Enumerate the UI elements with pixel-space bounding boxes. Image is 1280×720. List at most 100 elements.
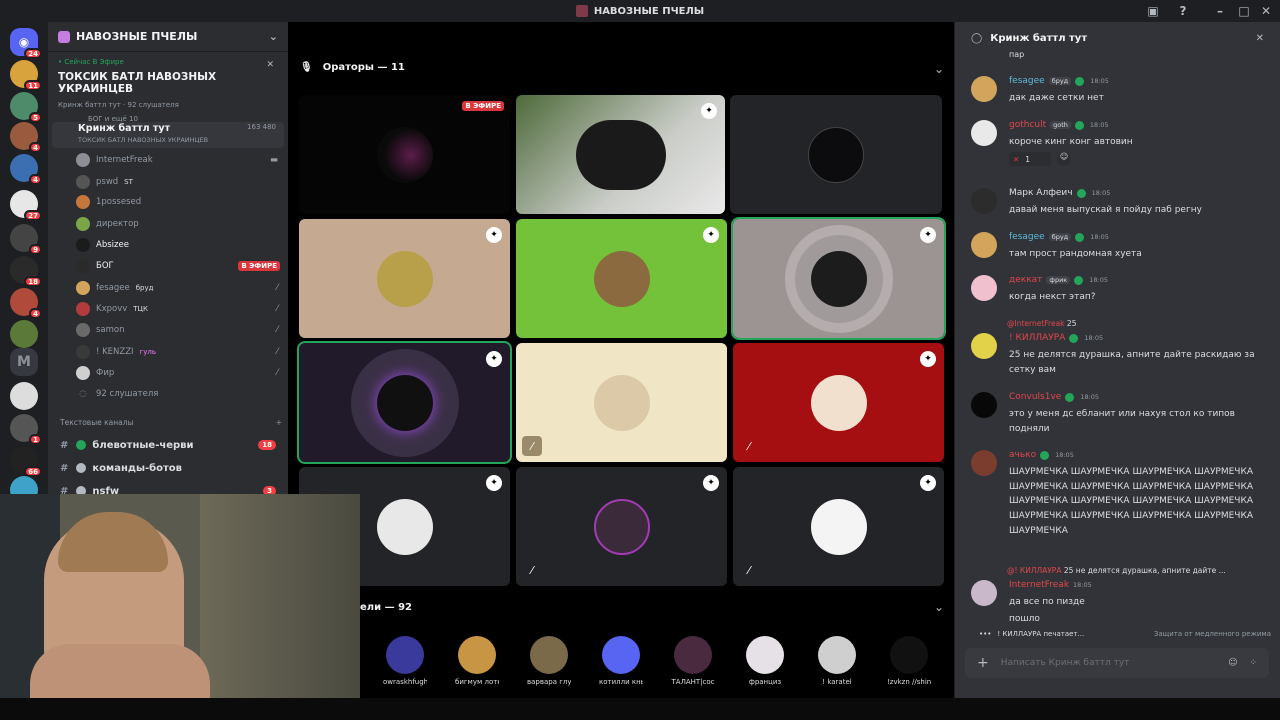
text-channel[interactable]: # команды-ботов	[60, 457, 286, 479]
speaker-tile[interactable]: ✦ ⁄	[733, 467, 944, 586]
stage-channel-topic: ТОКСИК БАТЛ НАВОЗНЫХ УКРАИНЦЕВ	[78, 136, 209, 144]
server-icon-10[interactable]	[10, 382, 38, 410]
close-icon[interactable]: ✕	[266, 60, 274, 70]
speaker-avatar	[376, 250, 433, 307]
speaker-avatar	[593, 374, 650, 431]
voice-user[interactable]: 1possesed	[76, 192, 286, 212]
listener[interactable]: ТАЛАНТ|сос	[671, 636, 715, 686]
chat-message[interactable]: gothcult goth 18:05 короче кинг конг автов…	[969, 120, 1269, 172]
chevron-down-icon[interactable]: ⌄	[934, 600, 944, 614]
listener[interactable]: бигмум лотка	[455, 636, 499, 686]
webcam-curtain	[200, 494, 360, 698]
text-channel[interactable]: # блевотные-черви 18	[60, 434, 286, 456]
reply-preview[interactable]: @! КИЛЛАУРА 25 не делятся дурашка, апнит…	[1007, 566, 1226, 575]
speaker-tile[interactable]: ✦	[516, 95, 725, 214]
voice-user[interactable]: ! KENZZI гуль ⁄	[76, 342, 286, 362]
server-icon-8[interactable]: 4	[10, 288, 42, 319]
speaker-tile[interactable]: ✦ ⁄	[733, 343, 944, 462]
listener[interactable]: owraskhfugh	[383, 636, 427, 686]
speaker-tile[interactable]: ✦	[299, 219, 510, 338]
voice-user[interactable]: БОГ В ЭФИРЕ	[76, 256, 286, 276]
verified-icon	[1040, 450, 1050, 460]
server-icon-5[interactable]: 27	[10, 190, 42, 221]
speaker-tile-speaking[interactable]: ✦	[731, 217, 946, 340]
close-window-button[interactable]: ✕	[1258, 0, 1274, 22]
voice-user[interactable]: Фир ⁄	[76, 363, 286, 383]
chat-message[interactable]: ! КИЛЛАУРА 18:05 25 не делятся дурашка, а…	[969, 333, 1269, 379]
speaker-avatar	[810, 250, 867, 307]
message-input[interactable]: Написать Кринж баттл тут	[1001, 658, 1130, 668]
attach-plus-icon[interactable]: +	[977, 655, 989, 671]
maximize-button[interactable]: □	[1236, 0, 1252, 22]
server-icon-4[interactable]: 4	[10, 154, 42, 185]
speaker-tile[interactable]	[730, 95, 942, 214]
listener[interactable]: варвара глус	[527, 636, 571, 686]
typing-indicator: ••• ! КИЛЛАУРА печатает... Защита от мед…	[979, 630, 1271, 638]
listener[interactable]: котилли кныс	[599, 636, 643, 686]
text-channels-category[interactable]: Текстовые каналы +	[60, 418, 282, 427]
chat-message[interactable]: fesagee бруд 18:05 дак даже сетки нет	[969, 76, 1269, 106]
listeners-header[interactable]: ели — 92	[360, 602, 412, 613]
chat-message[interactable]: fesagee бруд 18:05 там прост рандомная хуе…	[969, 232, 1269, 262]
message-continuation: пошло	[1009, 614, 1040, 624]
emoji-icon[interactable]: ☺	[1228, 658, 1237, 668]
server-icon-m[interactable]: M	[10, 348, 38, 376]
speaker-tile[interactable]: В ЭФИРЕ	[299, 95, 510, 214]
listener[interactable]: ! karatel	[815, 636, 859, 686]
voice-user[interactable]: директор	[76, 214, 286, 234]
server-icon-1[interactable]: 11	[10, 60, 42, 91]
speakers-header[interactable]: 🎙 Ораторы — 11	[300, 62, 405, 73]
add-reaction-icon[interactable]: ☺	[1057, 152, 1071, 166]
discord-window: НАВОЗНЫЕ ПЧЕЛЫ ▣ ? – □ ✕ ◉ 24 11 5 4 4 2…	[0, 0, 1280, 720]
chat-message[interactable]: Convuls1ve 18:05 это у меня дс ебланит ил…	[969, 392, 1269, 436]
voice-user[interactable]: Absizee	[76, 235, 286, 255]
avatar	[530, 636, 568, 674]
chat-message[interactable]: InternetFreak 18:05 да все по пизде пошло	[969, 580, 1269, 626]
server-icon-12[interactable]: 66	[10, 446, 42, 477]
speaker-tile-speaking[interactable]: ✦	[297, 341, 512, 464]
chat-message[interactable]: деккат фрик 18:05 когда некст этап?	[969, 275, 1269, 305]
reaction-pill[interactable]: ✕ 1	[1009, 152, 1051, 166]
minimize-button[interactable]: –	[1212, 0, 1228, 22]
message-composer[interactable]: + Написать Кринж баттл тут ☺ ⁘	[965, 648, 1269, 678]
home-button[interactable]: ◉ 24	[10, 28, 42, 59]
mic-muted-icon: ⁄	[276, 304, 278, 314]
mic-muted-icon: ⁄	[276, 368, 278, 378]
speaker-tile[interactable]: ✦ ⁄	[516, 467, 727, 586]
server-icon-3[interactable]: 4	[10, 122, 42, 153]
voice-user[interactable]: Kxpovv ТЦК ⁄	[76, 299, 286, 319]
speaker-tile[interactable]: ✦	[516, 219, 727, 338]
server-icon-6[interactable]: 9	[10, 224, 42, 255]
server-icon-7[interactable]: 18	[10, 256, 42, 287]
speaker-tile[interactable]: ⁄	[516, 343, 727, 462]
close-icon[interactable]: ✕	[1256, 33, 1264, 44]
chevron-down-icon[interactable]: ⌄	[934, 62, 944, 76]
listeners-row[interactable]: ◌ 92 слушателя	[76, 384, 286, 404]
inbox-icon[interactable]: ▣	[1146, 0, 1160, 22]
reply-preview[interactable]: @InternetFreak 25	[1007, 319, 1076, 328]
chat-message[interactable]: Марк Алфеич 18:05 давай меня выпускай я п…	[969, 188, 1269, 218]
voice-user[interactable]: pswd ST	[76, 172, 286, 192]
add-channel-icon[interactable]: +	[276, 418, 282, 427]
server-header[interactable]: НАВОЗНЫЕ ПЧЕЛЫ ⌄	[48, 22, 288, 52]
stage-channel[interactable]: Кринж баттл тут 163 480 ТОКСИК БАТЛ НАВО…	[52, 122, 284, 148]
live-badge: В ЭФИРЕ	[238, 261, 280, 271]
moderator-icon: ✦	[486, 475, 502, 491]
listener[interactable]: !zvkzn //shiny	[887, 636, 931, 686]
voice-user[interactable]: fesagee бруд ⁄	[76, 278, 286, 298]
server-icon-11[interactable]: 1	[10, 414, 42, 445]
chat-message[interactable]: ачько 18:05 ШАУРМЕЧКА ШАУРМЕЧКА ШАУРМЕЧКА…	[969, 450, 1269, 552]
moderator-icon: ✦	[703, 227, 719, 243]
server-icon-2[interactable]: 5	[10, 92, 42, 123]
listener[interactable]: франциз	[743, 636, 787, 686]
chevron-down-icon[interactable]: ⌄	[269, 30, 278, 43]
voice-user[interactable]: samon ⁄	[76, 320, 286, 340]
server-icon-9[interactable]	[10, 320, 38, 348]
avatar	[971, 232, 997, 258]
mic-muted-icon: ⁄	[276, 347, 278, 357]
apps-icon[interactable]: ⁘	[1249, 658, 1257, 668]
help-icon[interactable]: ?	[1176, 0, 1190, 22]
live-stage-card[interactable]: • Сейчас В Эфире ✕ ТОКСИК БАТЛ НАВОЗНЫХ …	[48, 52, 288, 123]
voice-user[interactable]: InternetFreak ▬	[76, 150, 286, 170]
hash-icon: #	[60, 462, 69, 474]
